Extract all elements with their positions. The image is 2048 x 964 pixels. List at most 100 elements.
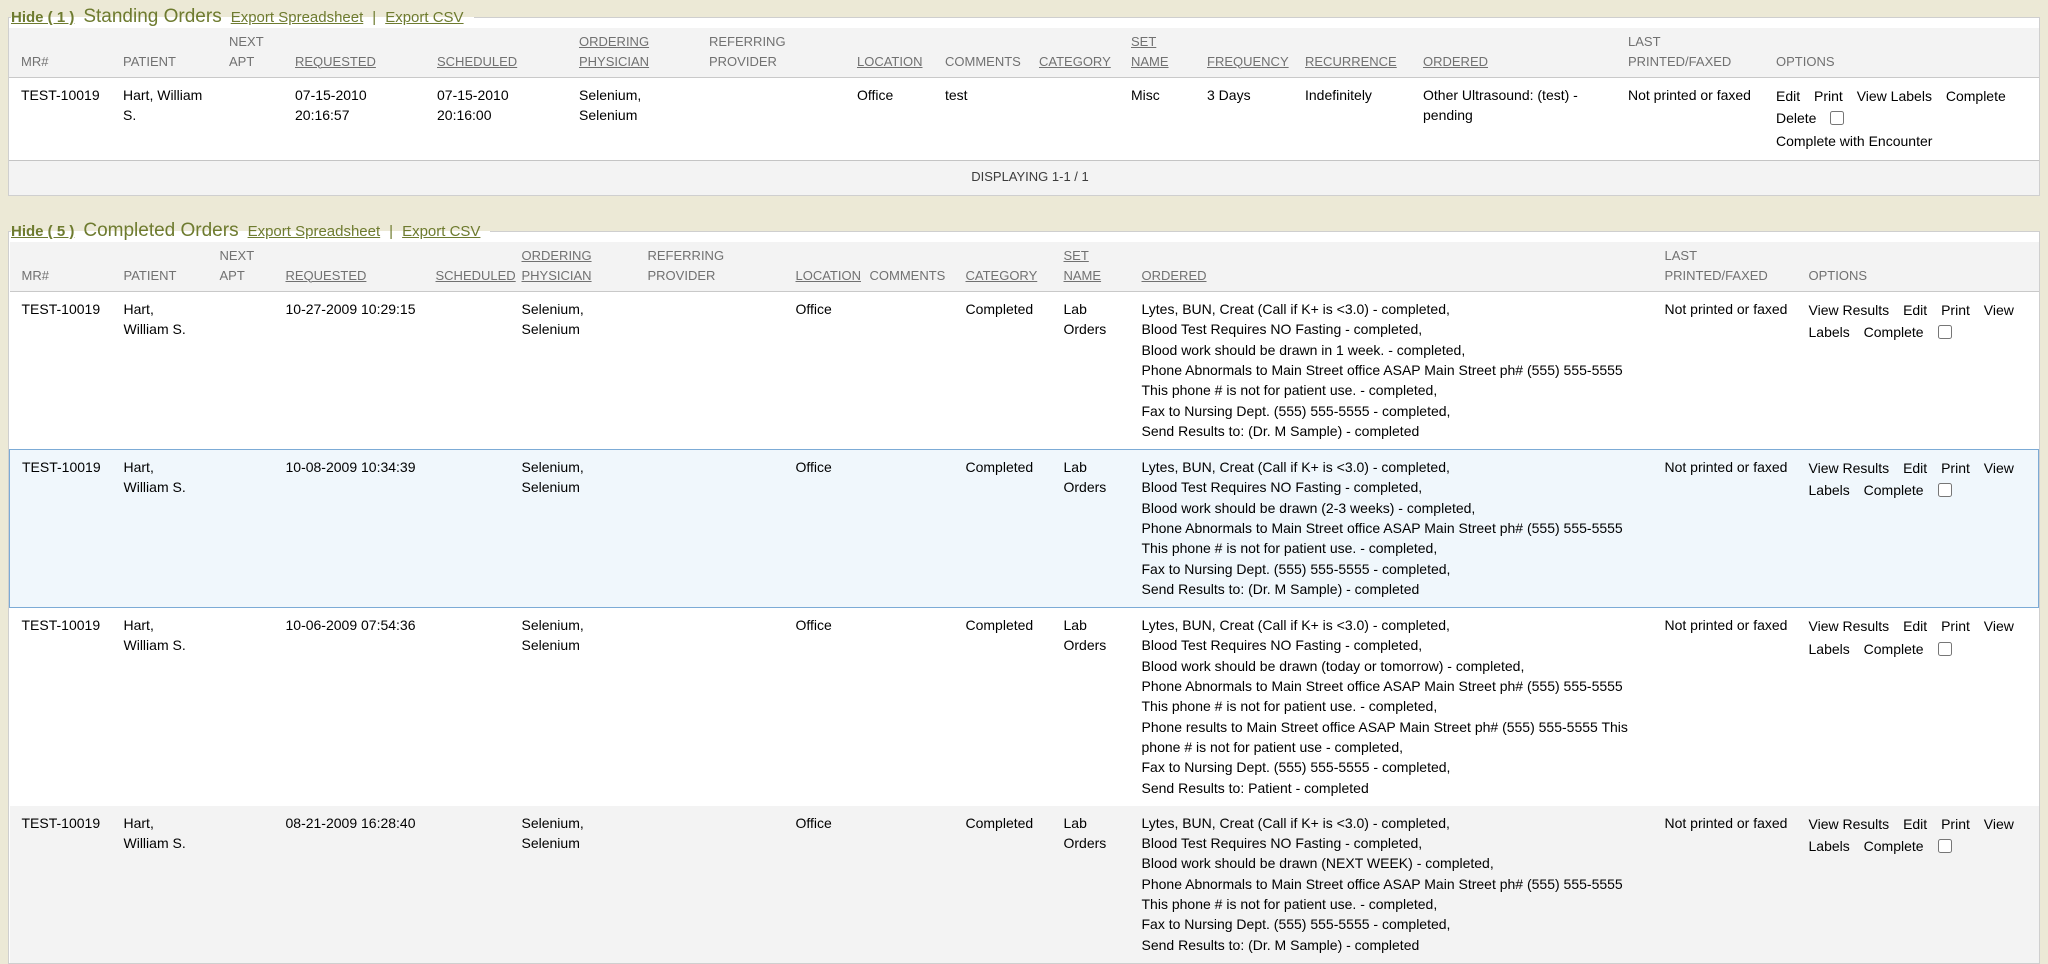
cell-last-printed-faxed: Not printed or faxed [1661,806,1805,963]
cell-category [1035,78,1127,161]
cell-options: View Results Edit Print View Labels Comp… [1805,292,2039,450]
col-header-ordered[interactable]: ORDERED [1138,242,1661,292]
col-header-set-name[interactable]: SET NAME [1127,28,1203,78]
print-link[interactable]: Print [1941,460,1970,476]
col-header-ordering-physician[interactable]: ORDERING PHYSICIAN [575,28,705,78]
cell-recurrence: Indefinitely [1301,78,1419,161]
completed-hide-link[interactable]: Hide ( 5 ) [11,223,74,240]
standing-header-row: MR# PATIENT NEXT APT REQUESTED SCHEDULED… [9,28,2039,78]
cell-patient: Hart, William S. [120,806,216,963]
cell-last-printed-faxed: Not printed or faxed [1661,450,1805,608]
col-header-frequency[interactable]: FREQUENCY [1203,28,1301,78]
print-link[interactable]: Print [1814,88,1843,104]
col-header-ordering-physician[interactable]: ORDERING PHYSICIAN [518,242,644,292]
col-header-last-printed-faxed: LAST PRINTED/FAXED [1624,28,1772,78]
edit-link[interactable]: Edit [1776,88,1800,104]
print-link[interactable]: Print [1941,302,1970,318]
completed-header-row: MR# PATIENT NEXT APT REQUESTED SCHEDULED… [10,242,2039,292]
edit-link[interactable]: Edit [1903,302,1927,318]
cell-options: View Results Edit Print View Labels Comp… [1805,450,2039,608]
cell-ordering-physician: Selenium, Selenium [518,450,644,608]
cell-patient: Hart, William S. [120,292,216,450]
complete-link[interactable]: Complete [1864,324,1924,340]
completed-orders-legend: Hide ( 5 ) Completed Orders Export Sprea… [11,220,490,242]
cell-next-apt [216,608,282,806]
cell-ordered: Lytes, BUN, Creat (Call if K+ is <3.0) -… [1138,292,1661,450]
complete-checkbox[interactable] [1938,642,1952,656]
cell-referring-provider [644,292,792,450]
standing-paging-status: DISPLAYING 1-1 / 1 [9,161,2039,195]
standing-export-csv-link[interactable]: Export CSV [385,9,463,26]
complete-link[interactable]: Complete [1946,88,2006,104]
table-row: TEST-10019 Hart, William S. 10-06-2009 0… [10,608,2039,806]
cell-last-printed-faxed: Not printed or faxed [1661,292,1805,450]
table-row-highlighted: TEST-10019 Hart, William S. 10-08-2009 1… [10,450,2039,608]
completed-export-spreadsheet-link[interactable]: Export Spreadsheet [248,223,381,240]
cell-scheduled [432,292,518,450]
delete-link[interactable]: Delete [1776,110,1816,126]
col-header-location[interactable]: LOCATION [792,242,866,292]
standing-export-spreadsheet-link[interactable]: Export Spreadsheet [231,9,364,26]
cell-next-apt [216,806,282,963]
table-row: TEST-10019 Hart, William S. 10-27-2009 1… [10,292,2039,450]
complete-checkbox[interactable] [1938,483,1952,497]
standing-orders-legend: Hide ( 1 ) Standing Orders Export Spread… [11,6,474,28]
cell-scheduled [432,806,518,963]
view-results-link[interactable]: View Results [1809,816,1890,832]
cell-mr: TEST-10019 [10,450,120,608]
col-header-ordered[interactable]: ORDERED [1419,28,1624,78]
cell-set-name: Lab Orders [1060,806,1138,963]
col-header-referring-provider: REFERRING PROVIDER [705,28,853,78]
col-header-recurrence[interactable]: RECURRENCE [1301,28,1419,78]
edit-link[interactable]: Edit [1903,618,1927,634]
complete-checkbox[interactable] [1938,325,1952,339]
col-header-referring-provider: REFERRING PROVIDER [644,242,792,292]
col-header-options: OPTIONS [1805,242,2039,292]
edit-link[interactable]: Edit [1903,460,1927,476]
delete-checkbox[interactable] [1830,111,1844,125]
cell-next-apt [216,450,282,608]
col-header-patient: PATIENT [119,28,225,78]
col-header-location[interactable]: LOCATION [853,28,941,78]
cell-options: View Results Edit Print View Labels Comp… [1805,608,2039,806]
col-header-category[interactable]: CATEGORY [1035,28,1127,78]
cell-comments: test [941,78,1035,161]
cell-ordered: Lytes, BUN, Creat (Call if K+ is <3.0) -… [1138,450,1661,608]
edit-link[interactable]: Edit [1903,816,1927,832]
view-results-link[interactable]: View Results [1809,460,1890,476]
col-header-scheduled[interactable]: SCHEDULED [433,28,575,78]
col-header-comments: COMMENTS [941,28,1035,78]
complete-link[interactable]: Complete [1864,482,1924,498]
view-results-link[interactable]: View Results [1809,302,1890,318]
cell-comments [866,450,962,608]
cell-comments [866,292,962,450]
print-link[interactable]: Print [1941,816,1970,832]
view-results-link[interactable]: View Results [1809,618,1890,634]
view-labels-link[interactable]: View Labels [1857,88,1932,104]
cell-category: Completed [962,450,1060,608]
completed-export-csv-link[interactable]: Export CSV [402,223,480,240]
cell-set-name: Misc [1127,78,1203,161]
col-header-category[interactable]: CATEGORY [962,242,1060,292]
cell-scheduled [432,450,518,608]
cell-options: Edit Print View Labels Complete Delete C… [1772,78,2039,161]
cell-referring-provider [644,450,792,608]
print-link[interactable]: Print [1941,618,1970,634]
cell-ordering-physician: Selenium, Selenium [518,608,644,806]
col-header-patient: PATIENT [120,242,216,292]
col-header-set-name[interactable]: SET NAME [1060,242,1138,292]
col-header-requested[interactable]: REQUESTED [282,242,432,292]
standing-orders-title: Standing Orders [83,6,221,28]
complete-link[interactable]: Complete [1864,838,1924,854]
standing-footer-row: DISPLAYING 1-1 / 1 [9,161,2039,195]
col-header-scheduled[interactable]: SCHEDULED [432,242,518,292]
cell-ordered: Lytes, BUN, Creat (Call if K+ is <3.0) -… [1138,806,1661,963]
complete-checkbox[interactable] [1938,839,1952,853]
col-header-requested[interactable]: REQUESTED [291,28,433,78]
complete-with-encounter-link[interactable]: Complete with Encounter [1776,133,1932,149]
standing-orders-table: MR# PATIENT NEXT APT REQUESTED SCHEDULED… [9,28,2039,195]
cell-last-printed-faxed: Not printed or faxed [1661,608,1805,806]
complete-link[interactable]: Complete [1864,641,1924,657]
standing-hide-link[interactable]: Hide ( 1 ) [11,9,74,26]
standing-orders-section: Hide ( 1 ) Standing Orders Export Spread… [8,6,2040,196]
